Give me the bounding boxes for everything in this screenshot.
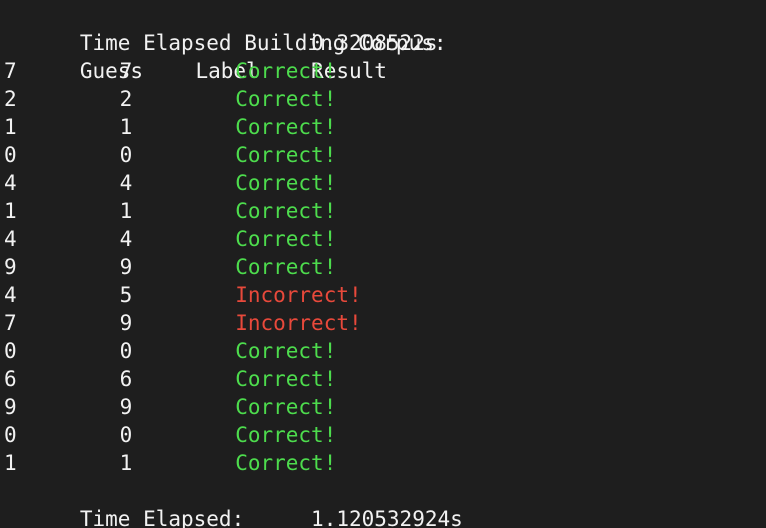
cell-guess: 7 (4, 311, 17, 335)
cell-label: 5 (119, 283, 133, 307)
cell-result: Correct! (235, 451, 337, 475)
terminal-window: Time Elapsed Building Corpus:0.3208522s … (0, 0, 766, 528)
corpus-timing-label: Time Elapsed Building Corpus: (79, 31, 447, 55)
cell-result: Correct! (235, 227, 337, 251)
cell-guess: 9 (4, 255, 17, 279)
cell-label: 1 (119, 115, 133, 139)
cell-label: 2 (119, 87, 133, 111)
cell-guess: 9 (4, 395, 17, 419)
cell-result: Correct! (235, 395, 337, 419)
cell-label: 6 (119, 367, 133, 391)
cell-guess: 0 (4, 423, 17, 447)
table-row: 9 9 Correct! (4, 253, 766, 281)
cell-result: Correct! (235, 59, 337, 83)
cell-guess: 1 (4, 199, 17, 223)
cell-result: Correct! (235, 143, 337, 167)
table-row: 1 1 Correct! (4, 197, 766, 225)
cell-result: Correct! (235, 367, 337, 391)
cell-result: Correct! (235, 423, 337, 447)
table-row: 0 0 Correct! (4, 421, 766, 449)
corpus-timing-line: Time Elapsed Building Corpus:0.3208522s (4, 1, 766, 55)
cell-result: Correct! (235, 87, 337, 111)
cell-guess: 7 (4, 59, 17, 83)
cell-result: Correct! (235, 171, 337, 195)
cell-label: 1 (119, 451, 133, 475)
table-row: 0 0 Correct! (4, 337, 766, 365)
cell-label: 9 (119, 395, 133, 419)
prediction-rows: 7 7 Correct! 2 2 Correct! 1 1 Correct! 0 0 Correct!… (4, 57, 766, 477)
cell-result: Correct! (235, 255, 337, 279)
cell-result: Incorrect! (235, 311, 362, 335)
corpus-timing-value: 0.3208522s (311, 31, 438, 55)
cell-guess: 0 (4, 143, 17, 167)
cell-label: 0 (119, 143, 133, 167)
cell-guess: 2 (4, 87, 17, 111)
cell-guess: 1 (4, 115, 17, 139)
table-row: 4 4 Correct! (4, 225, 766, 253)
table-row: 4 4 Correct! (4, 169, 766, 197)
table-row: 6 6 Correct! (4, 365, 766, 393)
table-row: 7 7 Correct! (4, 57, 766, 85)
table-row: 0 0 Correct! (4, 141, 766, 169)
table-row: 1 1 Correct! (4, 449, 766, 477)
table-row: 2 2 Correct! (4, 85, 766, 113)
cell-label: 9 (119, 311, 133, 335)
table-row: 4 5 Incorrect! (4, 281, 766, 309)
summary-time-line: Time Elapsed: 1.120532924s (4, 477, 766, 528)
cell-label: 4 (119, 171, 133, 195)
cell-label: 7 (119, 59, 133, 83)
cell-guess: 1 (4, 451, 17, 475)
cell-result: Correct! (235, 199, 337, 223)
table-row: 7 9 Incorrect! (4, 309, 766, 337)
cell-guess: 4 (4, 283, 17, 307)
cell-result: Incorrect! (235, 283, 362, 307)
cell-label: 0 (119, 423, 133, 447)
cell-label: 1 (119, 199, 133, 223)
summary-time-label: Time Elapsed: (79, 507, 245, 528)
cell-guess: 0 (4, 339, 17, 363)
cell-guess: 4 (4, 171, 17, 195)
terminal-screen: Time Elapsed Building Corpus:0.3208522s … (0, 0, 766, 528)
table-row: 1 1 Correct! (4, 113, 766, 141)
cell-label: 0 (119, 339, 133, 363)
cell-label: 4 (119, 227, 133, 251)
table-row: 9 9 Correct! (4, 393, 766, 421)
cell-label: 9 (119, 255, 133, 279)
cell-result: Correct! (235, 339, 337, 363)
cell-guess: 4 (4, 227, 17, 251)
cell-guess: 6 (4, 367, 17, 391)
summary-time-value: 1.120532924s (311, 507, 463, 528)
cell-result: Correct! (235, 115, 337, 139)
